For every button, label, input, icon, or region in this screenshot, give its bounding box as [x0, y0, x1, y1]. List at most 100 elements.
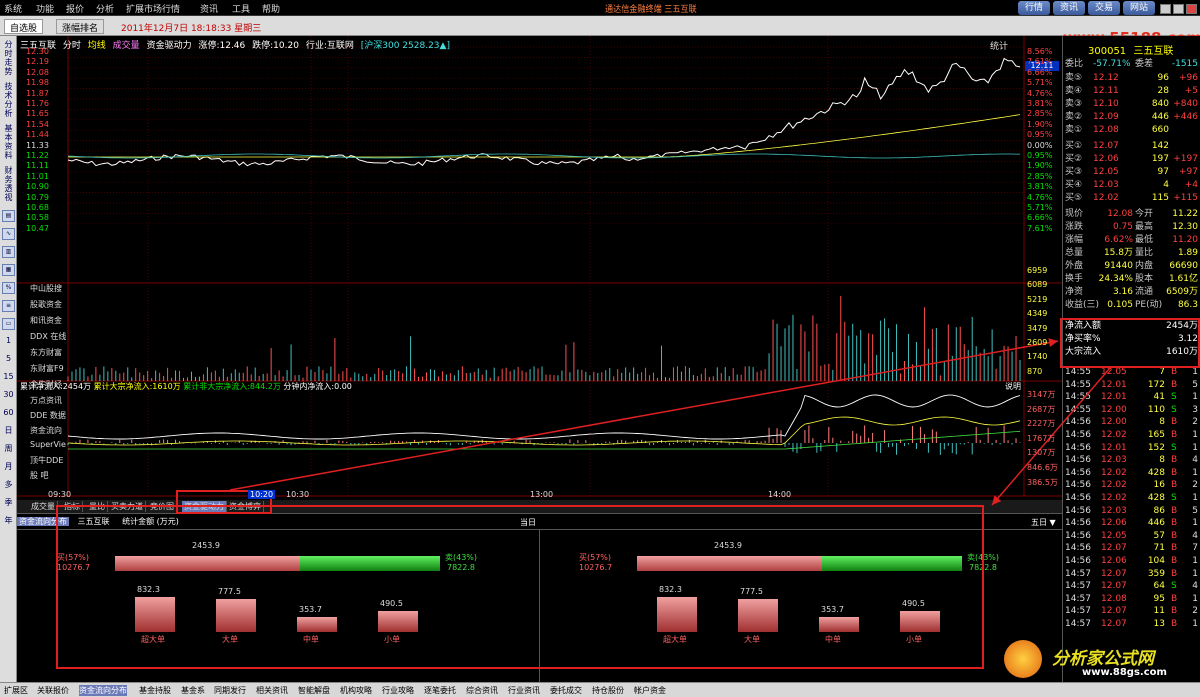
tick-side: B — [1171, 455, 1178, 466]
dist-bar-value: 777.5 — [740, 587, 763, 597]
status-tab[interactable]: 持仓股份 — [592, 685, 624, 696]
intraday-chart[interactable] — [17, 36, 1062, 516]
status-tab[interactable]: 综合资讯 — [466, 685, 498, 696]
flow-side-label[interactable]: DDE 数据 — [30, 410, 66, 421]
tick-row: 14:56 12.02 428 S 1 — [1065, 492, 1199, 505]
leftbar-fundamental[interactable]: 基本资料 — [2, 124, 15, 162]
flow-side-label[interactable]: SuperVie — [30, 440, 66, 449]
leftbar-financial[interactable]: 财务透视 — [2, 166, 15, 204]
leftbar-technical[interactable]: 技术分析 — [2, 82, 15, 120]
tick-row: 14:56 12.06 446 B 1 — [1065, 517, 1199, 530]
volume-side-label[interactable]: 东方财富 — [30, 347, 62, 358]
flow-tab-distribution[interactable]: 资金流向分布 — [17, 517, 69, 526]
quote-row: 收益(三) 0.105 PE(动) 86.3 — [1065, 299, 1199, 312]
line-icon[interactable]: ∿ — [2, 228, 15, 240]
tick-volume: 165 — [1147, 430, 1165, 440]
header-index[interactable]: [沪深300 2528.23▲] — [361, 41, 450, 51]
volume-side-label[interactable]: 中山股搜 — [30, 283, 62, 294]
doc-icon[interactable]: ▭ — [2, 318, 15, 330]
header-driver[interactable]: 资金驱动力 — [147, 41, 192, 51]
chart-tab[interactable]: 资金驱动力 — [182, 501, 227, 512]
toolbar-trade-button[interactable]: 交易 — [1088, 1, 1120, 15]
header-fenshi[interactable]: 分时 — [63, 41, 81, 51]
menu-news[interactable]: 资讯 — [200, 2, 218, 15]
period-month[interactable]: 月 — [2, 462, 15, 471]
volume-side-label[interactable]: 东财富F9 — [30, 363, 64, 374]
menu-function[interactable]: 功能 — [36, 2, 54, 15]
chart-tab[interactable]: 竞价图 — [148, 501, 177, 512]
status-tab[interactable]: 委托成交 — [550, 685, 582, 696]
flow-tab-amount[interactable]: 统计金额 (万元) — [122, 517, 179, 526]
status-tab[interactable]: 智能解盘 — [298, 685, 330, 696]
tab-watchlist[interactable]: 自选股 — [4, 19, 44, 34]
quote-value2: 1.61亿 — [1168, 274, 1198, 284]
menu-quote[interactable]: 报价 — [66, 2, 84, 15]
toolbar-website-button[interactable]: 网站 — [1123, 1, 1155, 15]
period-multi[interactable]: 多 — [2, 480, 15, 489]
maximize-icon[interactable] — [1173, 4, 1184, 14]
menu-system[interactable]: 系统 — [4, 2, 22, 15]
list-icon[interactable]: ≡ — [2, 300, 15, 312]
flow-minute: 分钟内净流入:0.00 — [283, 382, 352, 391]
status-tab[interactable]: 行业攻略 — [382, 685, 414, 696]
menu-analysis[interactable]: 分析 — [96, 2, 114, 15]
status-tab[interactable]: 行业资讯 — [508, 685, 540, 696]
period-quarter[interactable]: 季 — [2, 498, 15, 507]
flow-side-label[interactable]: 顶牛DDE — [30, 455, 63, 466]
price-value: 12.12 — [1093, 73, 1119, 83]
menu-extended[interactable]: 扩展市场行情 — [126, 2, 180, 15]
period-1min[interactable]: 1 — [2, 336, 15, 345]
status-tab[interactable]: 关联报价 — [37, 685, 69, 696]
status-tab[interactable]: 逐笔委托 — [424, 685, 456, 696]
close-icon[interactable] — [1186, 4, 1197, 14]
flow-side-label[interactable]: 股 吧 — [30, 470, 49, 481]
status-tab[interactable]: 基金持股 — [139, 685, 171, 696]
volume-side-label[interactable]: 金牛财经 — [30, 379, 62, 390]
minimize-icon[interactable] — [1160, 4, 1171, 14]
chart-tab[interactable]: 资金博弈 — [227, 501, 264, 512]
leftbar-intraday[interactable]: 分时走势 — [2, 40, 15, 78]
header-volume[interactable]: 成交量 — [113, 41, 140, 51]
period-week[interactable]: 周 — [2, 444, 15, 453]
tab-ranking[interactable]: 涨幅排名 — [56, 19, 105, 34]
volume-side-label[interactable]: 股歌资金 — [30, 299, 62, 310]
volume-side-label[interactable]: 和讯资金 — [30, 315, 62, 326]
status-tab[interactable]: 机构攻略 — [340, 685, 372, 696]
bar-icon[interactable]: ▥ — [2, 246, 15, 258]
toolbar-quote-button[interactable]: 行情 — [1018, 1, 1050, 15]
menu-tools[interactable]: 工具 — [232, 2, 250, 15]
grid-icon[interactable]: ▦ — [2, 264, 15, 276]
volume-side-label[interactable]: DDX 在线 — [30, 331, 66, 342]
menu-help[interactable]: 帮助 — [262, 2, 280, 15]
tick-volume: 172 — [1147, 379, 1165, 390]
period-year[interactable]: 年 — [2, 516, 15, 525]
chart-tab[interactable]: 量比 — [87, 501, 108, 512]
status-tab[interactable]: 相关资讯 — [256, 685, 288, 696]
period-30min[interactable]: 30 — [2, 390, 15, 399]
tick-volume: 359 — [1147, 568, 1165, 579]
stats-button[interactable]: 统计 — [990, 39, 1008, 52]
period-15min[interactable]: 15 — [2, 372, 15, 381]
flow-tab-stock[interactable]: 三五互联 — [78, 517, 110, 526]
five-day-select[interactable]: 五日 ▼ — [1031, 517, 1056, 528]
quote-value: 0.75 — [1112, 222, 1133, 232]
period-60min[interactable]: 60 — [2, 408, 15, 417]
percent-icon[interactable]: % — [2, 282, 15, 294]
dist-bar — [378, 611, 418, 632]
status-tab[interactable]: 帐户资金 — [634, 685, 666, 696]
chart-icon[interactable]: ▤ — [2, 210, 15, 222]
header-avg[interactable]: 均线 — [88, 41, 106, 51]
chart-tab[interactable]: 买卖力道 — [109, 501, 146, 512]
status-tab[interactable]: 资金流向分布 — [79, 685, 127, 696]
flow-help[interactable]: 说明 — [1005, 381, 1021, 392]
status-tab[interactable]: 扩展区 — [4, 685, 28, 696]
flow-side-label[interactable]: 万点资讯 — [30, 395, 62, 406]
chart-tab[interactable]: 指标 — [62, 501, 83, 512]
toolbar-news-button[interactable]: 资讯 — [1053, 1, 1085, 15]
period-day[interactable]: 日 — [2, 426, 15, 435]
status-tab[interactable]: 同期发行 — [214, 685, 246, 696]
status-tab[interactable]: 基金系 — [181, 685, 205, 696]
flow-side-label[interactable]: 资金流向 — [30, 425, 62, 436]
chart-tab[interactable]: 成交量 — [29, 501, 58, 512]
period-5min[interactable]: 5 — [2, 354, 15, 363]
